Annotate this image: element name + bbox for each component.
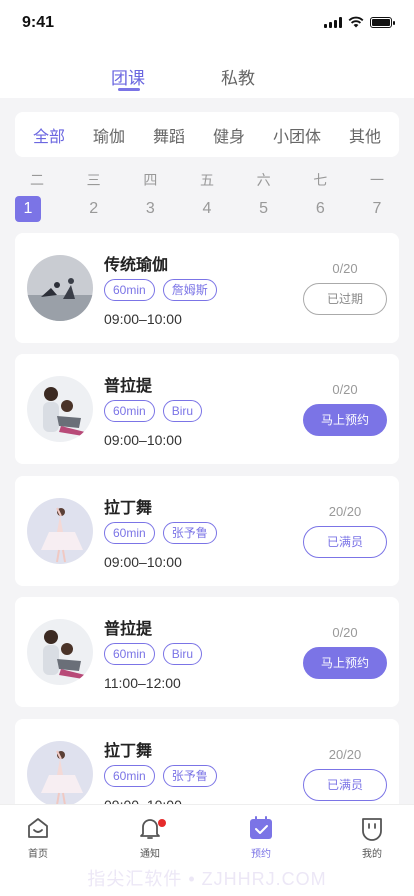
- week-day-item[interactable]: 二1: [15, 170, 59, 222]
- week-selector: 二1 三2 四3 五4 六5 七6 一7: [15, 170, 399, 222]
- book-now-button[interactable]: 马上预约: [303, 404, 387, 436]
- status-time: 9:41: [22, 14, 55, 31]
- profile-icon: [362, 818, 382, 841]
- coach-tag: 詹姆斯: [162, 279, 217, 301]
- tab-home[interactable]: 首页: [8, 815, 68, 860]
- date-number: 7: [372, 200, 382, 217]
- course-title: 传统瑜伽: [104, 257, 169, 274]
- course-time: 11:00–12:00: [104, 675, 181, 691]
- course-card[interactable]: 普拉提 60min Biru 09:00–10:00 0/20 马上预约: [15, 354, 399, 464]
- date-number: 3: [145, 200, 155, 217]
- week-day-item[interactable]: 七6: [298, 170, 342, 222]
- course-card[interactable]: 传统瑜伽 60min 詹姆斯 09:00–10:00 0/20 已过期: [15, 233, 399, 343]
- tab-label: 预约: [251, 849, 271, 860]
- tab-indicator: [118, 88, 140, 91]
- tab-label: 我的: [362, 849, 382, 860]
- tab-private-coach[interactable]: 私教: [221, 64, 255, 89]
- category-bar: 全部 瑜伽 舞蹈 健身 小团体 其他: [15, 112, 399, 157]
- coach-tag: Biru: [162, 400, 203, 422]
- wifi-icon: [348, 16, 364, 28]
- date-number: 4: [202, 200, 212, 217]
- full-button[interactable]: 已满员: [303, 769, 387, 801]
- signal-icon: [324, 16, 342, 28]
- tab-group-class[interactable]: 团课: [111, 64, 145, 89]
- booking-count: 0/20: [332, 382, 358, 397]
- date-number: 6: [315, 200, 325, 217]
- booking-count: 0/20: [332, 625, 358, 640]
- course-title: 拉丁舞: [104, 743, 153, 760]
- duration-tag: 60min: [104, 400, 155, 422]
- weekday-label: 一: [369, 172, 384, 188]
- course-tags: 60min 张予鲁: [104, 765, 217, 787]
- battery-icon: [370, 16, 395, 28]
- status-bar: 9:41: [0, 0, 414, 44]
- course-card[interactable]: 普拉提 60min Biru 11:00–12:00 0/20 马上预约: [15, 597, 399, 707]
- course-time: 09:00–10:00: [104, 432, 182, 448]
- weekday-label: 六: [256, 172, 271, 188]
- header: 团课 私教: [0, 44, 414, 98]
- course-photo-dance: [27, 498, 93, 564]
- duration-tag: 60min: [104, 643, 155, 665]
- weekday-label: 七: [313, 172, 328, 188]
- course-photo-pilates: [27, 619, 93, 685]
- tab-label: 通知: [140, 849, 160, 860]
- notification-badge: [158, 819, 166, 827]
- bottom-tab-bar: 首页 通知 预约 我的 指尖汇软件 • ZJHHRJ.COM: [0, 804, 414, 896]
- course-photo-yoga: [27, 255, 93, 321]
- course-time: 09:00–10:00: [104, 311, 182, 327]
- category-small-group[interactable]: 小团体: [273, 123, 321, 147]
- status-icons: [324, 16, 395, 28]
- category-all[interactable]: 全部: [33, 123, 65, 147]
- course-photo-pilates: [27, 376, 93, 442]
- watermark-text: 指尖汇软件 • ZJHHRJ.COM: [87, 869, 327, 889]
- book-now-button[interactable]: 马上预约: [303, 647, 387, 679]
- weekday-label: 三: [86, 172, 101, 188]
- weekday-label: 四: [143, 172, 158, 188]
- week-day-item[interactable]: 三2: [72, 170, 116, 222]
- weekday-label: 二: [30, 172, 44, 188]
- week-day-item[interactable]: 六5: [242, 170, 286, 222]
- course-photo-dance: [27, 741, 93, 807]
- home-icon: [28, 818, 48, 838]
- date-number: 1: [15, 196, 41, 222]
- category-fitness[interactable]: 健身: [213, 123, 245, 147]
- course-card[interactable]: 拉丁舞 60min 张予鲁 09:00–10:00 20/20 已满员: [15, 476, 399, 586]
- booking-count: 0/20: [332, 261, 358, 276]
- expired-button[interactable]: 已过期: [303, 283, 387, 315]
- course-tags: 60min 张予鲁: [104, 522, 217, 544]
- category-dance[interactable]: 舞蹈: [153, 123, 185, 147]
- coach-tag: 张予鲁: [162, 765, 217, 787]
- duration-tag: 60min: [104, 522, 155, 544]
- category-yoga[interactable]: 瑜伽: [93, 123, 125, 147]
- calendar-check-icon: [250, 816, 272, 839]
- weekday-label: 五: [199, 172, 214, 188]
- tab-profile[interactable]: 我的: [342, 815, 402, 860]
- course-tags: 60min 詹姆斯: [104, 279, 217, 301]
- course-title: 普拉提: [104, 378, 153, 395]
- week-day-item[interactable]: 一7: [355, 170, 399, 222]
- duration-tag: 60min: [104, 279, 155, 301]
- tab-notifications[interactable]: 通知: [120, 815, 180, 860]
- date-number: 2: [89, 200, 99, 217]
- coach-tag: 张予鲁: [162, 522, 217, 544]
- course-tags: 60min Biru: [104, 643, 203, 665]
- course-tags: 60min Biru: [104, 400, 203, 422]
- date-number: 5: [259, 200, 269, 217]
- full-button[interactable]: 已满员: [303, 526, 387, 558]
- category-other[interactable]: 其他: [349, 123, 381, 147]
- booking-count: 20/20: [328, 504, 362, 519]
- tab-label: 首页: [28, 849, 48, 860]
- course-time: 09:00–10:00: [104, 554, 182, 570]
- tab-booking[interactable]: 预约: [231, 815, 291, 860]
- course-title: 普拉提: [104, 621, 153, 638]
- duration-tag: 60min: [104, 765, 155, 787]
- week-day-item[interactable]: 五4: [185, 170, 229, 222]
- week-day-item[interactable]: 四3: [128, 170, 172, 222]
- booking-count: 20/20: [328, 747, 362, 762]
- coach-tag: Biru: [162, 643, 203, 665]
- course-title: 拉丁舞: [104, 500, 153, 517]
